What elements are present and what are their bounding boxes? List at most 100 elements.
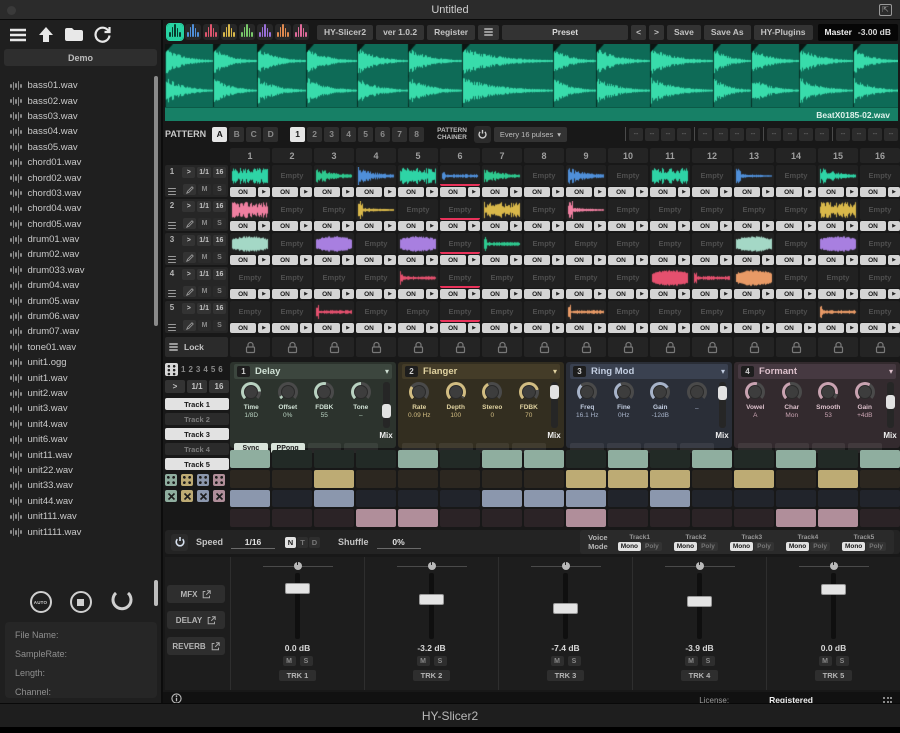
slice-play-button[interactable]: ▶ (804, 323, 816, 333)
slice-on-button[interactable]: ON (566, 323, 592, 333)
fx-track-1-button[interactable]: Track 1 (165, 398, 229, 410)
slice-waveform[interactable]: Empty (776, 233, 816, 254)
slice-on-button[interactable]: ON (608, 187, 634, 197)
pattern-bank-B[interactable]: B (229, 127, 244, 142)
fx-arrow-button[interactable]: > (165, 380, 185, 393)
row-solo-button[interactable]: S (213, 252, 226, 263)
volume-fader[interactable] (831, 573, 836, 639)
slice-play-button[interactable]: ▶ (258, 323, 270, 333)
fx-step-r1c9[interactable] (566, 450, 606, 468)
slice-waveform[interactable]: Empty (776, 301, 816, 322)
slice-on-button[interactable]: ON (314, 221, 340, 231)
fx-panel-header[interactable]: 4Formant▾ (738, 364, 896, 379)
row-steps-button[interactable]: 16 (213, 303, 226, 314)
slice-on-button[interactable]: ON (272, 221, 298, 231)
folder-selector[interactable]: Demo (4, 49, 157, 66)
file-item[interactable]: chord02.wav (10, 170, 163, 185)
fx-step-r4c15[interactable] (818, 509, 858, 527)
pattern-bank-D[interactable]: D (263, 127, 278, 142)
shuffle-value[interactable]: 0% (377, 536, 421, 549)
fx-step-r1c11[interactable] (650, 450, 690, 468)
knob-control[interactable] (519, 382, 539, 402)
knob-control[interactable] (745, 382, 765, 402)
row-steps-button[interactable]: 16 (213, 269, 226, 280)
fx-step-r2c1[interactable] (230, 470, 270, 488)
slice-on-button[interactable]: ON (608, 255, 634, 265)
slice-on-button[interactable]: ON (734, 187, 760, 197)
fx-step-r4c16[interactable] (860, 509, 900, 527)
slice-play-button[interactable]: ▶ (300, 323, 312, 333)
slice-on-button[interactable]: ON (692, 187, 718, 197)
slice-on-button[interactable]: ON (524, 255, 550, 265)
slice-play-button[interactable]: ▶ (258, 255, 270, 265)
slice-on-button[interactable]: ON (524, 323, 550, 333)
slice-play-button[interactable]: ▶ (762, 255, 774, 265)
file-item[interactable]: drum05.wav (10, 293, 163, 308)
slice-on-button[interactable]: ON (860, 221, 886, 231)
file-item[interactable]: bass05.wav (10, 140, 163, 155)
knob-control[interactable] (614, 382, 634, 402)
row-rate-button[interactable]: 1/1 (197, 269, 211, 280)
fx-track-5-button[interactable]: Track 5 (165, 458, 229, 470)
file-item[interactable]: drum033.wav (10, 263, 163, 278)
slice-play-button[interactable]: ▶ (636, 255, 648, 265)
fx-step-r3c3[interactable] (314, 490, 354, 508)
channel-solo-button[interactable]: S (300, 656, 313, 666)
channel-mute-button[interactable]: M (685, 656, 698, 666)
slice-waveform[interactable]: Empty (230, 301, 270, 322)
waveform-display[interactable]: BeatX0185-02.wav (165, 44, 898, 121)
slice-waveform[interactable]: Empty (776, 165, 816, 186)
note-type-D[interactable]: D (309, 537, 320, 548)
auto-preview-button[interactable]: AUTO (30, 591, 52, 613)
slice-waveform[interactable] (398, 267, 438, 288)
file-item[interactable]: drum02.wav (10, 247, 163, 262)
fx-track-4-button[interactable]: Track 4 (165, 443, 229, 455)
row-edit-pencil-button[interactable] (183, 320, 196, 331)
file-item[interactable]: chord01.wav (10, 155, 163, 170)
fx-step-r1c12[interactable] (692, 450, 732, 468)
slice-play-button[interactable]: ▶ (468, 289, 480, 299)
fx-step-r2c2[interactable] (272, 470, 312, 488)
file-item[interactable]: drum04.wav (10, 278, 163, 293)
fx-step-r4c2[interactable] (272, 509, 312, 527)
fx-step-r1c14[interactable] (776, 450, 816, 468)
slice-on-button[interactable]: ON (650, 255, 676, 265)
fx-step-r2c5[interactable] (398, 470, 438, 488)
fader-handle[interactable] (419, 594, 444, 605)
fx-count-button[interactable]: 16 (209, 380, 229, 393)
row-mute-button[interactable]: M (198, 320, 211, 331)
slice-on-button[interactable]: ON (818, 323, 844, 333)
chevron-down-icon[interactable]: ▾ (385, 367, 389, 376)
slice-waveform[interactable] (818, 199, 858, 220)
slice-on-button[interactable]: ON (608, 323, 634, 333)
pan-control[interactable] (397, 561, 467, 571)
row-rate-button[interactable]: 1/1 (197, 201, 211, 212)
slice-play-button[interactable]: ▶ (384, 289, 396, 299)
fx-grid-tab-icon[interactable] (165, 363, 178, 376)
fx-step-r3c16[interactable] (860, 490, 900, 508)
slice-on-button[interactable]: ON (440, 323, 466, 333)
chainer-slot[interactable]: -- (698, 128, 712, 141)
row-rate-button[interactable]: 1/1 (197, 303, 211, 314)
fx-step-r2c10[interactable] (608, 470, 648, 488)
preset-prev-button[interactable]: < (631, 25, 646, 40)
mix-slider[interactable] (719, 382, 726, 428)
slice-on-button[interactable]: ON (818, 289, 844, 299)
sequence-power-button[interactable] (171, 534, 188, 551)
knob-control[interactable] (650, 382, 670, 402)
pattern-bank-A[interactable]: A (212, 127, 227, 142)
chainer-slot[interactable]: -- (746, 128, 760, 141)
pan-knob[interactable] (830, 562, 838, 570)
chainer-mode-dropdown[interactable]: Every 16 pulses▾ (494, 127, 567, 142)
fx-step-r1c13[interactable] (734, 450, 774, 468)
fx-rate-button[interactable]: 1/1 (187, 380, 207, 393)
slice-play-button[interactable]: ▶ (300, 255, 312, 265)
slice-waveform[interactable] (818, 301, 858, 322)
row-steps-button[interactable]: 16 (213, 235, 226, 246)
slice-on-button[interactable]: ON (818, 255, 844, 265)
fx-step-r4c9[interactable] (566, 509, 606, 527)
lock-row-header[interactable]: Lock (165, 337, 228, 357)
slice-play-button[interactable]: ▶ (384, 323, 396, 333)
fx-step-r3c14[interactable] (776, 490, 816, 508)
file-item[interactable]: chord05.wav (10, 217, 163, 232)
